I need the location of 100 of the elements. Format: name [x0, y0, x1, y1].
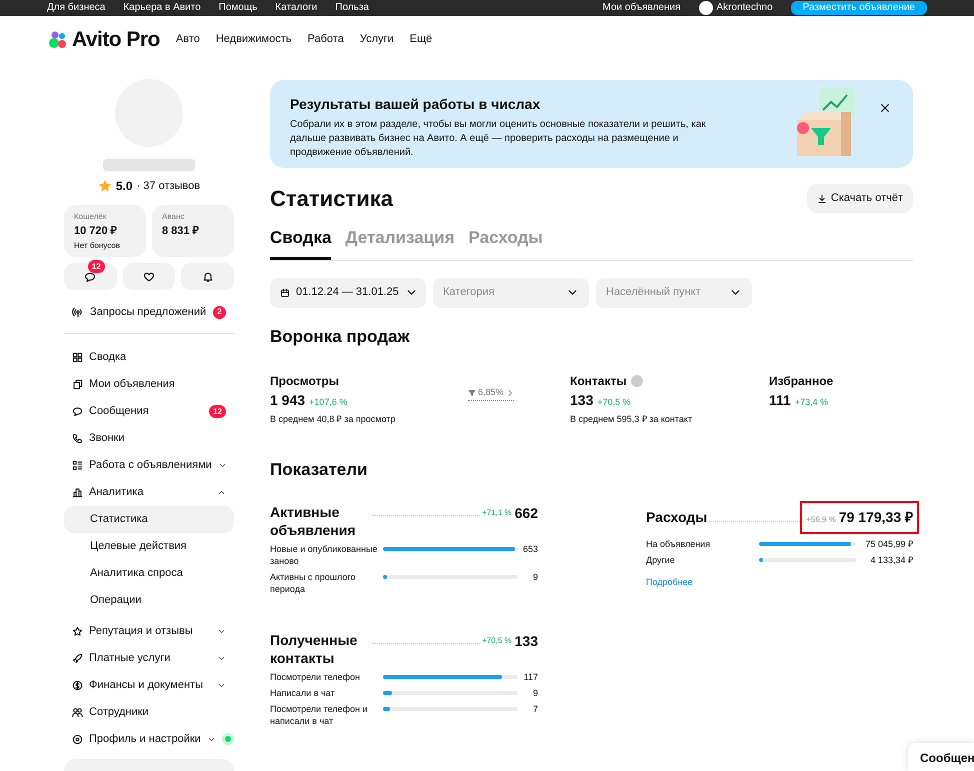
metric-note: В среднем 40,8 ₽ за просмотр [270, 413, 396, 426]
metric-label: Контакты [570, 373, 627, 390]
metric-change: +70,5 % [597, 396, 631, 409]
sidebar-subitem[interactable]: Целевые действия [64, 532, 234, 560]
metric-value: 111 [769, 391, 791, 410]
banner-title: Результаты вашей работы в числах [290, 95, 542, 114]
sidebar-item[interactable]: Платные услуги [64, 644, 234, 672]
nav-link[interactable]: Услуги [360, 31, 394, 48]
phone-icon [72, 432, 83, 444]
rocket-icon [72, 652, 83, 664]
row-label: На объявления [646, 538, 712, 550]
sidebar-item[interactable]: Сводка [64, 344, 234, 370]
star-icon [98, 179, 112, 193]
top-bar-link[interactable]: Для бизнеса [47, 2, 106, 14]
banner-text: Собрали их в этом разделе, чтобы вы могли оценить основные показатели и решить, как дальше развивать бизнес на Авито. А ещё — проверить расходы на размещение и продвижение объявлений. [290, 118, 707, 160]
row-value: 653 [522, 542, 538, 554]
heart-icon [142, 270, 155, 282]
logo-dots-icon [48, 30, 68, 50]
group-total: 79 179,33 ₽ [838, 508, 913, 526]
notification-badge: 12 [209, 404, 226, 418]
reviews-count: · 37 отзывов [136, 178, 200, 194]
metric-label: Избранное [769, 373, 834, 390]
group-title: Полученные контакты [270, 630, 358, 666]
sidebar-item[interactable]: Работа с объявлениями [64, 452, 234, 478]
row-label: Посмотрели телефон [270, 670, 361, 682]
avatar-icon [698, 1, 713, 15]
nav-link[interactable]: Работа [308, 31, 344, 48]
sidebar-item[interactable]: Аналитика [64, 478, 234, 506]
chat-widget[interactable]: Сообщен [908, 743, 974, 771]
bell-icon [202, 270, 214, 282]
advance-amount: 8 831 ₽ [162, 224, 200, 239]
advance-card[interactable]: Аванс 8 831 ₽ [152, 205, 234, 257]
sidebar-item[interactable]: Сотрудники [64, 698, 234, 726]
row-label: Написали в чат [270, 686, 336, 698]
row-label: Новые и опубликованные заново [270, 542, 378, 566]
nav-link[interactable]: Недвижимость [216, 31, 292, 48]
logo[interactable]: Avito Pro [48, 24, 160, 56]
group-title: Расходы [646, 508, 708, 527]
download-report-button[interactable]: Скачать отчёт [806, 184, 913, 213]
details-link[interactable]: Подробнее [646, 576, 913, 589]
top-bar-link[interactable]: Каталоги [275, 2, 318, 14]
conversion-link[interactable]: 6,85% [468, 386, 514, 400]
metric-change: +107,6 % [309, 396, 348, 409]
metric-note: В среднем 595,3 ₽ за контакт [570, 413, 694, 426]
metric-value: 1 943 [270, 391, 306, 410]
chat-button[interactable]: 12 [64, 263, 117, 290]
sidebar-subitem[interactable]: Статистика [64, 506, 234, 532]
row-value: 117 [524, 670, 538, 682]
bell-button[interactable] [181, 263, 234, 290]
bar-chart-icon [72, 486, 83, 498]
sidebar-item[interactable]: Репутация и отзывы [64, 618, 234, 644]
heart-button[interactable] [122, 263, 176, 290]
chat-icon [84, 270, 96, 282]
row-value: 4 133,34 ₽ [870, 554, 913, 566]
group-title: Активные объявления [270, 502, 357, 538]
download-icon [816, 194, 827, 204]
coin-icon [72, 680, 83, 690]
row-label: Активны с прошлого периода [270, 570, 356, 594]
chevron-right-icon [506, 388, 514, 397]
advance-label: Аванс [162, 211, 186, 223]
metric-value: 133 [570, 391, 594, 410]
wallet-card[interactable]: Кошелёк 10 720 ₽ Нет бонусов [64, 205, 146, 257]
sidebar-item[interactable]: Мои объявления [64, 370, 234, 398]
row-label: Посмотрели телефон и написали в чат [270, 702, 368, 726]
signal-icon [72, 306, 84, 318]
sidebar-item[interactable]: Профиль и настройки [64, 726, 234, 752]
item-label: Запросы предложений [90, 305, 206, 320]
nav-link[interactable]: Ещё [410, 31, 432, 48]
row-label: Другие [646, 554, 676, 566]
star-icon [72, 626, 83, 636]
sidebar-item[interactable]: Финансы и документы [64, 672, 234, 698]
sidebar-item[interactable]: Звонки [64, 424, 234, 452]
row-value: 75 045,99 ₽ [865, 538, 913, 550]
sidebar-subitem[interactable]: Аналитика спроса [64, 560, 234, 586]
date-range-dropdown[interactable]: 01.12.24 — 31.01.25 [270, 278, 426, 308]
top-bar-link[interactable]: Помощь [218, 2, 258, 14]
grid-icon [72, 352, 83, 362]
logo-text: Avito Pro [72, 26, 160, 53]
row-value: 7 [532, 702, 538, 714]
user-name[interactable]: Akrontechno [716, 2, 773, 14]
section-title: Воронка продаж [270, 326, 410, 348]
top-bar-link[interactable]: Карьера в Авито [123, 2, 201, 14]
top-bar-link[interactable]: Польза [335, 2, 369, 14]
group-change: +71,1 % [482, 506, 512, 518]
notification-badge: 2 [213, 306, 226, 319]
filter-icon [468, 388, 476, 397]
tab[interactable]: Сводка [270, 225, 332, 260]
wallet-label: Кошелёк [74, 211, 108, 223]
calendar-icon [280, 288, 290, 298]
page-title: Статистика [270, 185, 393, 213]
rating: 5.0 [116, 178, 133, 195]
chat-icon [72, 406, 83, 416]
top-bar-link[interactable]: Мои объявления [602, 2, 681, 14]
row-value: 9 [532, 686, 538, 698]
group-change: +70,5 % [482, 634, 512, 646]
sidebar-subitem[interactable]: Операции [64, 586, 234, 614]
copy-icon [72, 378, 83, 390]
metric-change: +73,4 % [794, 396, 828, 409]
nav-link[interactable]: Авто [176, 31, 200, 48]
sidebar-item[interactable]: Сообщения 12 [64, 398, 234, 424]
